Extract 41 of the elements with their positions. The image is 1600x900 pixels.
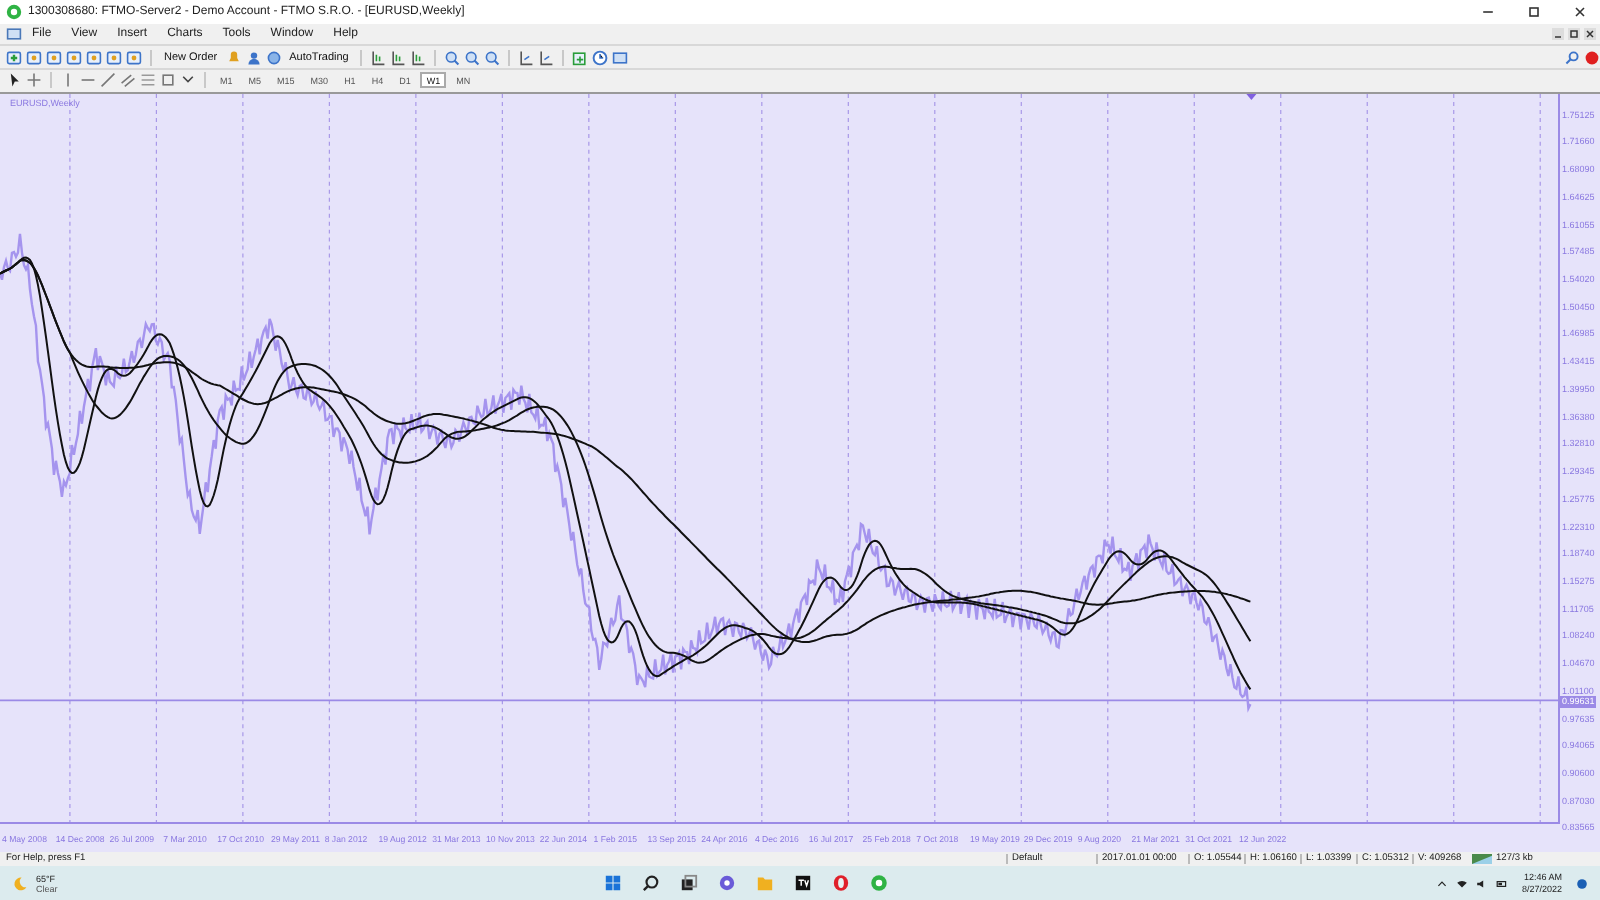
- document-icon[interactable]: [126, 49, 142, 66]
- template-icon[interactable]: [612, 49, 629, 66]
- marker-icon: [1246, 93, 1257, 100]
- app-icon[interactable]: [794, 874, 813, 893]
- search-icon[interactable]: [642, 874, 661, 893]
- document-icon: [6, 26, 22, 42]
- notification-icon[interactable]: [1576, 877, 1589, 890]
- cursor-icon[interactable]: [6, 72, 22, 89]
- moon-icon: [12, 875, 28, 892]
- chart-window-icon[interactable]: [46, 49, 62, 66]
- chart-type-icon[interactable]: [390, 49, 407, 66]
- chart-type-icon[interactable]: [370, 49, 387, 66]
- clock-icon[interactable]: [592, 49, 609, 66]
- windows-logo-icon[interactable]: [604, 874, 623, 893]
- app-logo-icon[interactable]: [870, 874, 889, 893]
- chart-shift-icon[interactable]: [538, 49, 555, 66]
- maximize-icon[interactable]: [1526, 3, 1542, 20]
- trend-line-icon[interactable]: [100, 72, 116, 89]
- task-view-icon[interactable]: [680, 874, 699, 893]
- battery-icon[interactable]: [1495, 877, 1508, 890]
- chevron-up-icon[interactable]: [1435, 877, 1448, 890]
- speaker-icon[interactable]: [1475, 877, 1488, 890]
- chat-icon[interactable]: [718, 874, 737, 893]
- globe-icon[interactable]: [265, 49, 282, 66]
- wifi-icon[interactable]: [1455, 877, 1468, 890]
- plus-chart-icon[interactable]: [6, 49, 22, 66]
- close-icon[interactable]: [1572, 3, 1588, 20]
- person-icon[interactable]: [245, 49, 262, 66]
- restore-icon[interactable]: [1568, 28, 1580, 40]
- minimize-icon[interactable]: [1552, 28, 1564, 40]
- indicator-icon[interactable]: [572, 49, 589, 66]
- window-icon[interactable]: [26, 49, 42, 66]
- chart-shift-icon[interactable]: [518, 49, 535, 66]
- connection-icon: [1472, 854, 1492, 865]
- close-icon[interactable]: [1584, 28, 1596, 40]
- notification-icon[interactable]: [1584, 49, 1600, 66]
- zoom-in-icon[interactable]: [444, 49, 461, 66]
- zoom-out-icon[interactable]: [464, 49, 481, 66]
- chart-type-icon[interactable]: [410, 49, 427, 66]
- channel-icon[interactable]: [120, 72, 136, 89]
- opera-icon[interactable]: [832, 874, 851, 893]
